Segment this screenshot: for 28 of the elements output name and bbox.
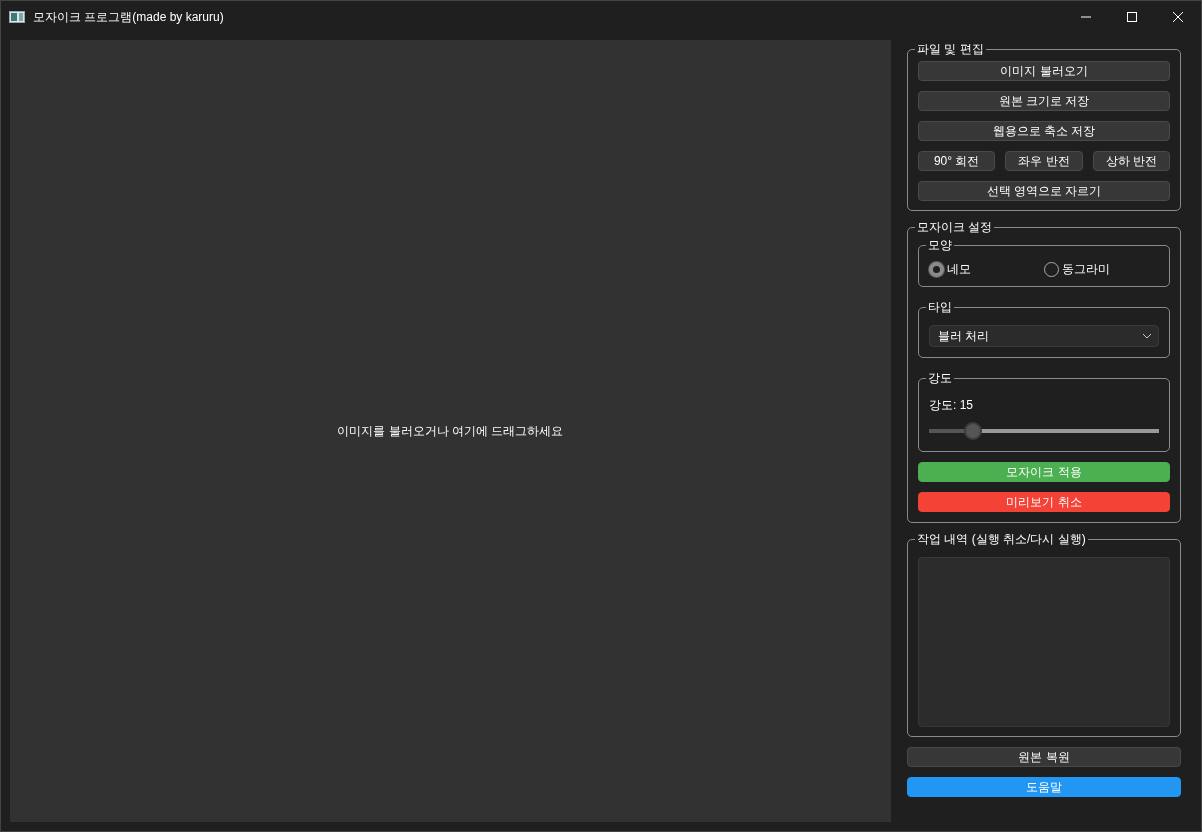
action-button[interactable]: 좌우 반전	[1005, 151, 1083, 171]
group-title: 파일 및 편집	[916, 43, 985, 55]
close-icon	[1173, 12, 1183, 22]
action-button[interactable]: 선택 영역으로 자르기	[918, 181, 1170, 201]
action-button[interactable]: 상하 반전	[1092, 151, 1170, 171]
strength-slider[interactable]	[929, 422, 1159, 440]
maximize-icon	[1127, 12, 1137, 22]
action-button[interactable]: 원본 복원	[907, 747, 1181, 767]
action-button[interactable]: 미리보기 취소	[918, 492, 1170, 512]
group-title: 모자이크 설정	[916, 221, 994, 233]
slider-thumb[interactable]	[963, 422, 982, 440]
action-button[interactable]: 웹용으로 축소 저장	[918, 121, 1170, 141]
action-button[interactable]: 원본 크기로 저장	[918, 91, 1170, 111]
window-title: 모자이크 프로그램(made by karuru)	[33, 9, 224, 26]
group-title: 타입	[927, 301, 953, 313]
radio-option[interactable]: 동그라미	[1044, 260, 1159, 278]
radio-option[interactable]: 네모	[929, 260, 1044, 278]
strength-reading: 강도: 15	[929, 397, 974, 414]
chevron-down-icon	[1142, 333, 1152, 339]
group-title: 강도	[927, 372, 953, 384]
app-icon	[9, 11, 25, 23]
action-button[interactable]: 90° 회전	[918, 151, 996, 171]
type-dropdown[interactable]: 블러 처리	[929, 325, 1159, 347]
group-title: 모양	[927, 239, 953, 251]
action-button[interactable]: 이미지 불러오기	[918, 61, 1170, 81]
group-title: 작업 내역 (실행 취소/다시 실행)	[916, 533, 1087, 545]
canvas-hint: 이미지를 불러오거나 여기에 드래그하세요	[337, 423, 564, 440]
image-canvas[interactable]: 이미지를 불러오거나 여기에 드래그하세요	[10, 40, 891, 822]
